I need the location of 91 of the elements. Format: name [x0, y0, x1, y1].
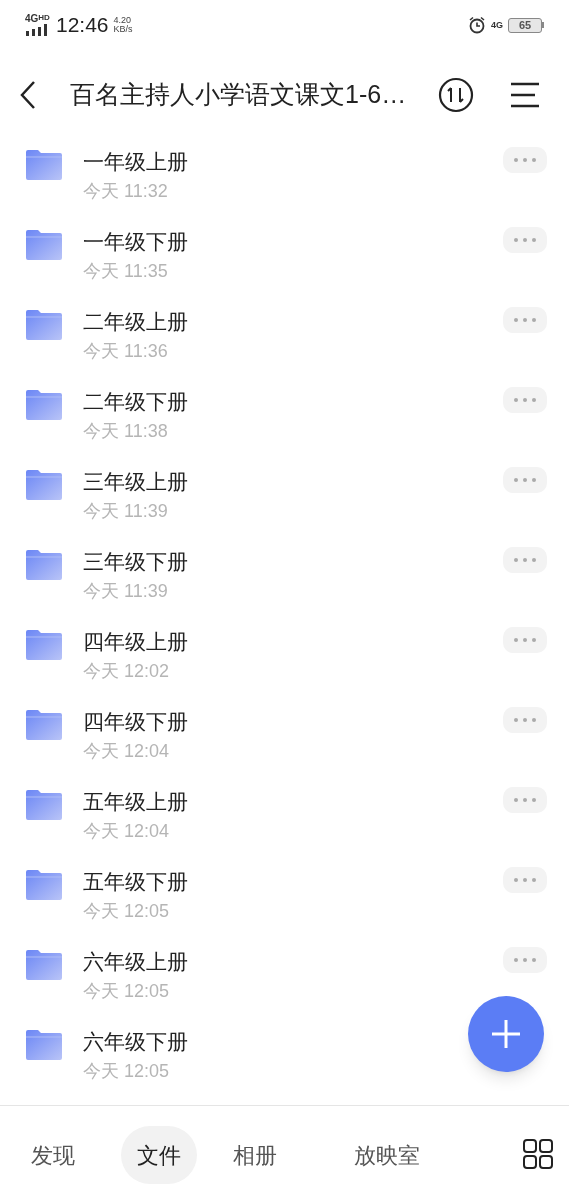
more-button[interactable] — [503, 627, 547, 653]
folder-name: 四年级上册 — [83, 629, 188, 655]
folder-name: 四年级下册 — [83, 709, 188, 735]
plus-icon — [490, 1018, 522, 1050]
modified-time: 今天 11:36 — [83, 340, 168, 363]
more-button[interactable] — [503, 547, 547, 573]
more-button[interactable] — [503, 227, 547, 253]
more-icon — [513, 797, 537, 803]
folder-icon — [25, 309, 63, 341]
folder-row[interactable]: 四年级下册 今天 12:04 — [0, 703, 569, 783]
add-button[interactable] — [468, 996, 544, 1072]
folder-row[interactable]: 六年级下册 今天 12:05 — [0, 1023, 569, 1103]
folder-row[interactable]: 四年级上册 今天 12:02 — [0, 623, 569, 703]
folder-name: 一年级上册 — [83, 149, 188, 175]
network-type: 4G — [25, 14, 39, 24]
more-button[interactable] — [503, 947, 547, 973]
alarm-icon — [468, 16, 486, 34]
network-hd-label: HD — [38, 14, 50, 22]
more-icon — [513, 637, 537, 643]
more-button[interactable] — [503, 467, 547, 493]
folder-row[interactable]: 五年级下册 今天 12:05 — [0, 863, 569, 943]
more-icon — [513, 877, 537, 883]
more-icon — [513, 157, 537, 163]
nav-tab[interactable]: 文件 — [121, 1126, 197, 1184]
menu-icon — [509, 81, 541, 109]
folder-row[interactable]: 二年级下册 今天 11:38 — [0, 383, 569, 463]
folder-row[interactable]: 六年级上册 今天 12:05 — [0, 943, 569, 1023]
folder-icon — [25, 789, 63, 821]
modified-time: 今天 11:39 — [83, 580, 168, 603]
nav-tab[interactable]: 发现 — [15, 1126, 91, 1184]
folder-name: 六年级上册 — [83, 949, 188, 975]
apps-button[interactable] — [522, 1138, 554, 1170]
back-icon — [18, 80, 38, 110]
modified-time: 今天 12:05 — [83, 1060, 170, 1083]
folder-name: 六年级下册 — [83, 1029, 188, 1055]
nav-tab[interactable]: 放映室 — [338, 1126, 436, 1184]
modified-time: 今天 11:39 — [83, 500, 168, 523]
menu-button[interactable] — [509, 81, 541, 109]
battery-indicator: 65 — [508, 17, 544, 33]
folder-icon — [25, 149, 63, 181]
folder-row[interactable]: 三年级下册 今天 11:39 — [0, 543, 569, 623]
more-icon — [513, 477, 537, 483]
folder-name: 三年级下册 — [83, 549, 188, 575]
folder-name: 二年级上册 — [83, 309, 188, 335]
sort-button[interactable] — [438, 77, 474, 113]
more-icon — [513, 957, 537, 963]
modified-time: 今天 12:05 — [83, 980, 170, 1003]
more-icon — [513, 237, 537, 243]
modified-time: 今天 12:05 — [83, 900, 170, 923]
data-indicator: 4G — [491, 20, 503, 30]
more-button[interactable] — [503, 707, 547, 733]
modified-time: 今天 12:04 — [83, 820, 170, 843]
folder-name: 三年级上册 — [83, 469, 188, 495]
folder-icon — [25, 389, 63, 421]
more-button[interactable] — [503, 307, 547, 333]
folder-row[interactable]: 二年级上册 今天 11:36 — [0, 303, 569, 383]
more-button[interactable] — [503, 147, 547, 173]
folder-icon — [25, 949, 63, 981]
folder-icon — [25, 709, 63, 741]
more-icon — [513, 717, 537, 723]
nav-tab[interactable]: 相册 — [217, 1126, 293, 1184]
more-button[interactable] — [503, 867, 547, 893]
folder-icon — [25, 469, 63, 501]
folder-row[interactable]: 五年级上册 今天 12:04 — [0, 783, 569, 863]
modified-time: 今天 12:04 — [83, 740, 170, 763]
folder-row[interactable]: 三年级上册 今天 11:39 — [0, 463, 569, 543]
modified-time: 今天 11:32 — [83, 180, 168, 203]
more-icon — [513, 317, 537, 323]
sort-icon — [438, 77, 474, 113]
modified-time: 今天 11:35 — [83, 260, 168, 283]
folder-name: 五年级下册 — [83, 869, 188, 895]
folder-icon — [25, 229, 63, 261]
folder-row[interactable]: 一年级下册 今天 11:35 — [0, 223, 569, 303]
folder-icon — [25, 869, 63, 901]
folder-name: 五年级上册 — [83, 789, 188, 815]
clock-time: 12:46 — [56, 12, 109, 39]
folder-icon — [25, 629, 63, 661]
more-icon — [513, 397, 537, 403]
folder-name: 一年级下册 — [83, 229, 188, 255]
network-speed: 4.20 KB/s — [113, 16, 133, 34]
folder-name: 二年级下册 — [83, 389, 188, 415]
page-title: 百名主持人小学语文课文1-6… — [70, 79, 408, 111]
folder-row[interactable]: 一年级上册 今天 11:32 — [0, 143, 569, 223]
modified-time: 今天 11:38 — [83, 420, 168, 443]
more-icon — [513, 557, 537, 563]
more-button[interactable] — [503, 787, 547, 813]
grid-icon — [522, 1138, 554, 1170]
modified-time: 今天 12:02 — [83, 660, 170, 683]
more-button[interactable] — [503, 387, 547, 413]
folder-icon — [25, 549, 63, 581]
folder-icon — [25, 1029, 63, 1061]
